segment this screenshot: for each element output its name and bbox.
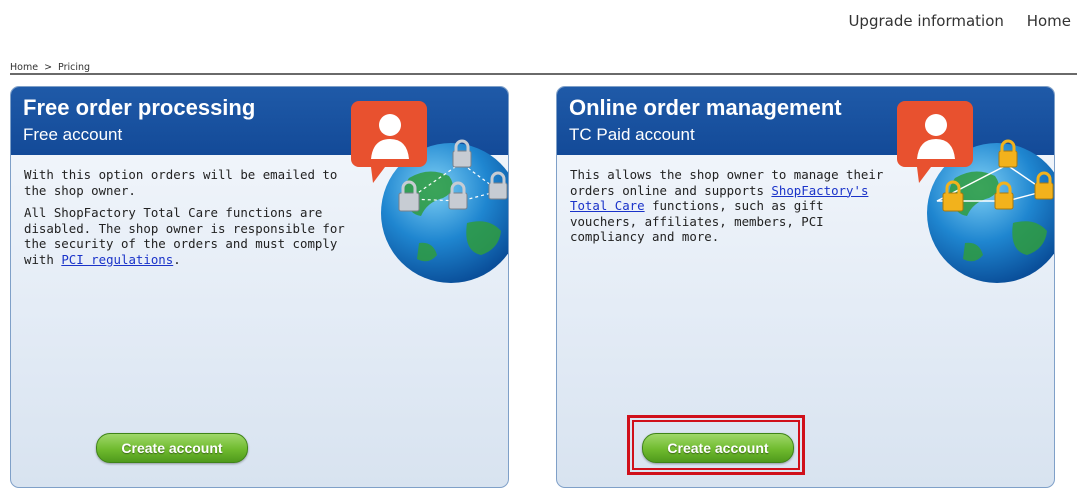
breadcrumb-separator: >: [44, 62, 53, 73]
highlight-box-inner: [632, 420, 800, 470]
description-paragraph: With this option orders will be emailed …: [24, 167, 338, 198]
card-subtitle: TC Paid account: [569, 125, 695, 144]
globe-security-icon: [351, 101, 508, 283]
top-navigation: Upgrade information Home: [830, 12, 1071, 30]
globe-security-icon: [897, 101, 1054, 283]
card-description: This allows the shop owner to manage the…: [570, 167, 896, 252]
breadcrumb-current: Pricing: [58, 62, 91, 73]
card-subtitle: Free account: [23, 125, 123, 144]
card-title: Online order management: [569, 95, 842, 120]
header-divider: [10, 73, 1077, 75]
breadcrumb-home[interactable]: Home: [10, 62, 38, 73]
breadcrumb: Home > Pricing: [10, 62, 90, 73]
card-description: With this option orders will be emailed …: [24, 167, 350, 274]
create-account-button-free[interactable]: Create account: [96, 433, 248, 463]
home-link[interactable]: Home: [1027, 12, 1071, 30]
pci-regulations-link[interactable]: PCI regulations: [61, 252, 173, 267]
description-paragraph: All ShopFactory Total Care functions are…: [24, 205, 350, 267]
free-plan-card: Free order processing Free account With …: [10, 86, 509, 488]
upgrade-information-link[interactable]: Upgrade information: [848, 12, 1003, 30]
card-title: Free order processing: [23, 95, 256, 120]
description-paragraph: This allows the shop owner to manage the…: [570, 167, 896, 245]
description-text: .: [173, 251, 181, 267]
